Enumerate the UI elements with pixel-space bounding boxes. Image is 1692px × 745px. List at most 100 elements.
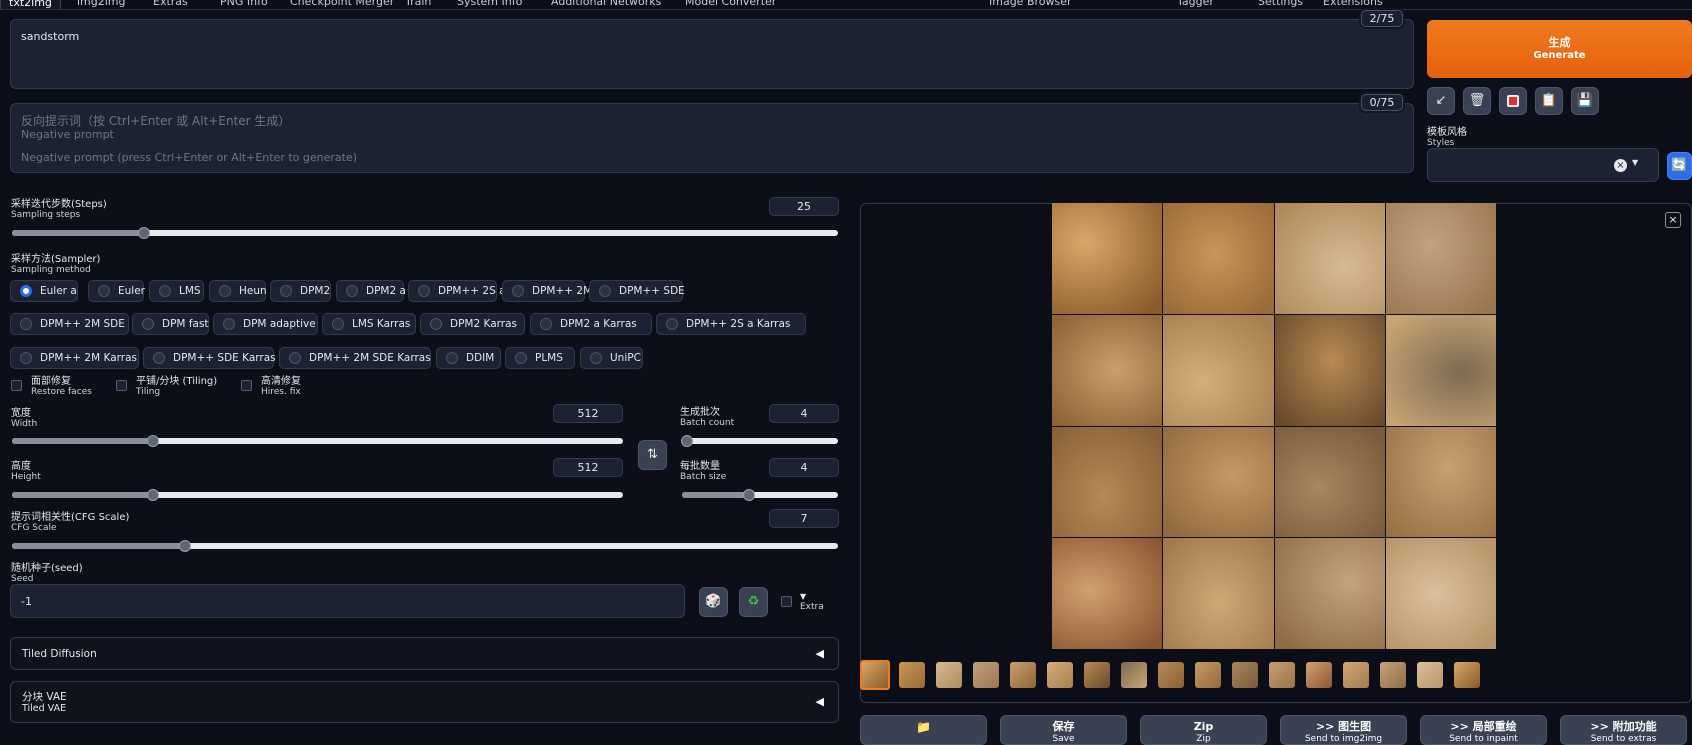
sampler-option[interactable]: DPM++ 2M SDE	[10, 313, 129, 335]
height-input[interactable]: 512	[553, 458, 623, 477]
apply-style-button[interactable]: 📋	[1535, 87, 1563, 115]
sampler-option[interactable]: DPM2 a	[336, 280, 406, 302]
tiling-checkbox[interactable]	[116, 380, 127, 391]
batch-count-slider[interactable]	[680, 435, 838, 447]
sampler-option[interactable]: LMS	[149, 280, 204, 302]
sampler-option[interactable]: DDIM	[436, 347, 501, 369]
sampler-option[interactable]: DPM2 a Karras	[530, 313, 652, 335]
swap-dimensions-button[interactable]: ⇅	[638, 440, 667, 470]
clear-icon[interactable]: ×	[1614, 159, 1627, 172]
generated-image[interactable]	[1052, 203, 1163, 314]
generated-image[interactable]	[1052, 426, 1163, 538]
tab-img2img[interactable]: img2img	[77, 0, 126, 8]
batch-size-slider-thumb[interactable]	[743, 489, 756, 501]
batch-size-input[interactable]: 4	[769, 458, 839, 477]
styles-dropdown[interactable]: × ▼	[1427, 148, 1659, 182]
generated-image[interactable]	[1385, 426, 1496, 538]
height-slider-thumb[interactable]	[146, 489, 159, 501]
cfg-slider-thumb[interactable]	[179, 540, 192, 552]
sampler-option[interactable]: DPM++ 2S a	[408, 280, 506, 302]
generated-image[interactable]	[1274, 314, 1385, 426]
tab-extras[interactable]: Extras	[153, 0, 188, 8]
gallery-thumbnail[interactable]	[1195, 662, 1221, 688]
cfg-input[interactable]: 7	[769, 509, 839, 528]
gallery-thumbnail[interactable]	[1454, 662, 1480, 688]
sampler-option[interactable]: DPM2 Karras	[420, 313, 525, 335]
tab-checkpoint-merger[interactable]: Checkpoint Merger	[290, 0, 394, 8]
gallery-thumbnail[interactable]	[1232, 662, 1258, 688]
tab-settings[interactable]: Settings	[1258, 0, 1303, 8]
image-grid[interactable]	[1052, 203, 1496, 649]
sampler-option[interactable]: DPM++ 2M Karras	[10, 347, 139, 369]
generated-image[interactable]	[1274, 203, 1385, 314]
negative-prompt-input[interactable]: 反向提示词（按 Ctrl+Enter 或 Alt+Enter 生成） Negat…	[10, 103, 1414, 173]
steps-slider-thumb[interactable]	[138, 227, 151, 239]
gallery-thumbnail[interactable]	[1269, 662, 1295, 688]
generated-image[interactable]	[1052, 314, 1163, 426]
gallery-thumbnail[interactable]	[1084, 662, 1110, 688]
restore-faces-checkbox[interactable]	[11, 380, 22, 391]
tab-model-converter[interactable]: Model Converter	[685, 0, 776, 8]
sampler-option[interactable]: DPM++ SDE	[589, 280, 685, 302]
batch-size-slider[interactable]	[682, 489, 838, 501]
gallery-thumbnail[interactable]	[1158, 662, 1184, 688]
clear-prompt-button[interactable]: 🗑	[1463, 87, 1491, 115]
prompt-input[interactable]: sandstorm	[10, 19, 1414, 89]
gallery-thumbnail[interactable]	[973, 662, 999, 688]
generated-image[interactable]	[1385, 314, 1496, 426]
accordion-tiled-diffusion[interactable]: Tiled Diffusion ◀	[10, 637, 839, 670]
hires-fix-checkbox[interactable]	[241, 380, 252, 391]
generate-button[interactable]: 生成 Generate	[1427, 20, 1692, 78]
generated-image[interactable]	[1163, 538, 1274, 649]
sampler-option[interactable]: DPM++ 2M	[502, 280, 592, 302]
sampler-option[interactable]: Euler a	[10, 280, 78, 302]
generated-image[interactable]	[1163, 314, 1274, 426]
generated-image[interactable]	[1274, 426, 1385, 538]
cfg-slider[interactable]	[12, 540, 838, 552]
gallery-thumbnail[interactable]	[1343, 662, 1369, 688]
random-seed-button[interactable]: 🎲	[699, 587, 728, 617]
tab-txt2img[interactable]: txt2img	[0, 0, 61, 9]
accordion-tiled-vae[interactable]: 分块 VAE Tiled VAE ◀	[10, 681, 839, 723]
generated-image[interactable]	[1163, 426, 1274, 538]
extra-networks-button[interactable]	[1499, 87, 1527, 115]
gallery-thumbnail[interactable]	[936, 662, 962, 688]
steps-input[interactable]: 25	[769, 197, 839, 216]
generated-image[interactable]	[1274, 538, 1385, 649]
seed-input[interactable]: -1	[10, 584, 685, 618]
tab-tagger[interactable]: Tagger	[1177, 0, 1214, 8]
gallery-thumbnail[interactable]	[1417, 662, 1443, 688]
batch-count-slider-thumb[interactable]	[680, 435, 693, 447]
chevron-down-icon[interactable]: ▼	[1632, 158, 1638, 167]
tab-png-info[interactable]: PNG Info	[220, 0, 268, 8]
sampler-option[interactable]: DPM++ 2M SDE Karras	[279, 347, 431, 369]
generated-image[interactable]	[1385, 203, 1496, 314]
gallery-thumbnail[interactable]	[899, 662, 925, 688]
tab-additional-networks[interactable]: Additional Networks	[551, 0, 661, 8]
height-slider[interactable]	[12, 489, 623, 501]
sampler-option[interactable]: DPM adaptive	[213, 313, 318, 335]
gallery-thumbnail[interactable]	[1121, 662, 1147, 688]
sampler-option[interactable]: LMS Karras	[322, 313, 416, 335]
sampler-option[interactable]: DPM++ SDE Karras	[143, 347, 276, 369]
sampler-option[interactable]: DPM++ 2S a Karras	[656, 313, 806, 335]
gallery-thumbnail[interactable]	[1047, 662, 1073, 688]
width-slider-thumb[interactable]	[146, 435, 159, 447]
sampler-option[interactable]: DPM2	[270, 280, 331, 302]
generated-image[interactable]	[1052, 538, 1163, 649]
width-input[interactable]: 512	[553, 404, 623, 423]
gallery-thumbnail[interactable]	[860, 660, 890, 690]
tab-system-info[interactable]: System Info	[457, 0, 522, 8]
tab-train[interactable]: Train	[405, 0, 431, 8]
sampler-option[interactable]: PLMS	[505, 347, 575, 369]
gallery-thumbnail[interactable]	[1010, 662, 1036, 688]
gallery-thumbnail[interactable]	[1380, 662, 1406, 688]
tab-extensions[interactable]: Extensions	[1323, 0, 1383, 8]
sampler-option[interactable]: Heun	[209, 280, 267, 302]
sampler-option[interactable]: Euler	[88, 280, 145, 302]
steps-slider[interactable]	[12, 227, 838, 239]
tab-image-browser[interactable]: Image Browser	[989, 0, 1072, 8]
save-style-button[interactable]: 💾	[1571, 87, 1599, 115]
read-params-button[interactable]: ↙	[1427, 87, 1455, 115]
generated-image[interactable]	[1385, 538, 1496, 649]
